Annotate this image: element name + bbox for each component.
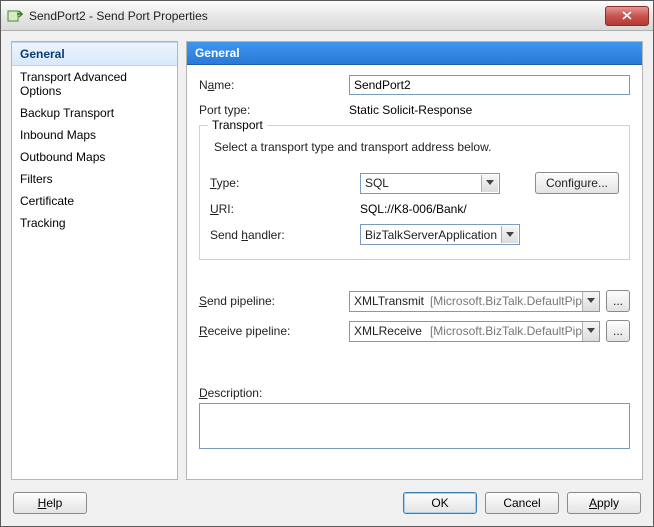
chevron-down-icon	[501, 226, 518, 243]
titlebar: SendPort2 - Send Port Properties	[1, 1, 653, 31]
type-label: Type:	[210, 176, 360, 190]
sidebar-item-general[interactable]: General	[12, 42, 177, 66]
sidebar: General Transport Advanced Options Backu…	[11, 41, 178, 480]
sidebar-item-tracking[interactable]: Tracking	[12, 212, 177, 234]
sidebar-item-inbound-maps[interactable]: Inbound Maps	[12, 124, 177, 146]
type-select-value: SQL	[365, 176, 389, 190]
description-label: Description:	[199, 386, 630, 400]
sidebar-item-backup-transport[interactable]: Backup Transport	[12, 102, 177, 124]
name-input[interactable]	[349, 75, 630, 95]
uri-label: URI:	[210, 202, 360, 216]
sendpipe-ellipsis-button[interactable]: ...	[606, 290, 630, 312]
help-button[interactable]: Help	[13, 492, 87, 514]
ok-button[interactable]: OK	[403, 492, 477, 514]
transport-hint: Select a transport type and transport ad…	[214, 140, 619, 154]
chevron-down-icon	[582, 292, 599, 311]
footer: Help OK Cancel Apply	[1, 480, 653, 526]
recvpipe-ellipsis-button[interactable]: ...	[606, 320, 630, 342]
recvpipe-label: Receive pipeline:	[199, 324, 349, 338]
sendpipe-select[interactable]: XMLTransmit [Microsoft.BizTalk.DefaultPi…	[349, 291, 600, 312]
handler-label: Send handler:	[210, 228, 360, 242]
chevron-down-icon	[481, 175, 498, 192]
porttype-value: Static Solicit-Response	[349, 103, 472, 117]
sidebar-item-certificate[interactable]: Certificate	[12, 190, 177, 212]
sidebar-item-outbound-maps[interactable]: Outbound Maps	[12, 146, 177, 168]
transport-group: Transport Select a transport type and tr…	[199, 125, 630, 260]
description-input[interactable]	[199, 403, 630, 449]
app-icon	[7, 8, 23, 24]
panel-header: General	[187, 42, 642, 65]
sendpipe-value: XMLTransmit	[350, 294, 430, 308]
close-button[interactable]	[605, 6, 649, 26]
handler-select-value: BizTalkServerApplication	[365, 228, 497, 242]
apply-button[interactable]: Apply	[567, 492, 641, 514]
cancel-button[interactable]: Cancel	[485, 492, 559, 514]
dialog-body: General Transport Advanced Options Backu…	[1, 31, 653, 480]
sidebar-item-filters[interactable]: Filters	[12, 168, 177, 190]
sendpipe-label: Send pipeline:	[199, 294, 349, 308]
dialog-window: SendPort2 - Send Port Properties General…	[0, 0, 654, 527]
recvpipe-hint: [Microsoft.BizTalk.DefaultPip	[430, 324, 582, 338]
chevron-down-icon	[582, 322, 599, 341]
sendpipe-hint: [Microsoft.BizTalk.DefaultPip	[430, 294, 582, 308]
recvpipe-value: XMLReceive	[350, 324, 430, 338]
transport-legend: Transport	[208, 118, 267, 132]
handler-select[interactable]: BizTalkServerApplication	[360, 224, 520, 245]
name-label: Name:	[199, 78, 349, 92]
porttype-label: Port type:	[199, 103, 349, 117]
recvpipe-select[interactable]: XMLReceive [Microsoft.BizTalk.DefaultPip	[349, 321, 600, 342]
window-title: SendPort2 - Send Port Properties	[29, 9, 605, 23]
main-panel: General Name: Port type: Static Solicit-…	[186, 41, 643, 480]
close-icon	[622, 11, 632, 20]
panel-body: Name: Port type: Static Solicit-Response…	[187, 65, 642, 479]
type-select[interactable]: SQL	[360, 173, 500, 194]
configure-button[interactable]: Configure...	[535, 172, 619, 194]
sidebar-item-transport-advanced[interactable]: Transport Advanced Options	[12, 66, 177, 102]
uri-value: SQL://K8-006/Bank/	[360, 202, 467, 216]
